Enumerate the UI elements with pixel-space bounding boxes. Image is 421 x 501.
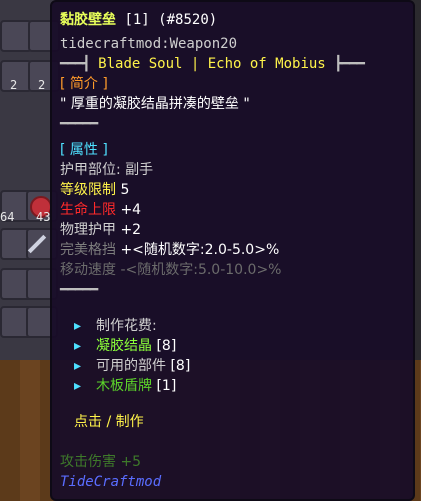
item-internal-name: tidecraftmod:Weapon20: [60, 36, 238, 52]
tooltip-title-row: 黏胶壁垒 [1] (#8520): [60, 10, 413, 30]
bullet-icon: ▸: [74, 318, 82, 334]
set-banner-text: Blade Soul | Echo of Mobius: [98, 56, 326, 72]
craft-item: ▸ 凝胶结晶 [8]: [74, 338, 177, 354]
craft-action[interactable]: 点击 / 制作: [60, 412, 413, 432]
craft-item: ▸ 可用的部件 [8]: [74, 358, 191, 374]
attack-damage-faded: 攻击伤害 +5: [60, 454, 142, 470]
item-stack: [1]: [124, 12, 150, 28]
bullet-icon: ▸: [74, 358, 82, 374]
item-tooltip: 黏胶壁垒 [1] (#8520) tidecraftmod:Weapon20 ━…: [50, 0, 415, 501]
craft-item: ▸ 木板盾牌 [1]: [74, 378, 177, 394]
item-name: 黏胶壁垒: [60, 12, 116, 28]
mod-name: TideCraftmod: [60, 474, 162, 490]
slot-count: 43: [36, 210, 51, 224]
max-life-line: 生命上限 +4: [60, 202, 142, 218]
defense-line: 物理护甲 +2: [60, 222, 142, 238]
separator: ━━━━━: [60, 116, 98, 132]
perfect-block-line: 完美格挡 +<随机数字:2.0-5.0>%: [60, 242, 280, 258]
intro-text: " 厚重的凝胶结晶拼凑的壁垒 ": [60, 96, 250, 112]
bullet-icon: ▸: [74, 378, 82, 394]
bullet-icon: ▸: [74, 338, 82, 354]
slot-count: 2: [10, 78, 18, 92]
craft-header: ▸ 制作花费:: [74, 318, 157, 334]
slot-count: 2: [38, 78, 46, 92]
armor-slot-line: 护甲部位: 副手: [60, 162, 154, 178]
slot-count: 64: [0, 210, 15, 224]
separator: ━━━━━: [60, 282, 98, 298]
attr-header: [ 属性 ]: [60, 142, 108, 158]
item-id: (#8520): [158, 12, 218, 28]
intro-header: [ 简介 ]: [60, 76, 108, 92]
move-speed-line: 移动速度 -<随机数字:5.0-10.0>%: [60, 262, 282, 278]
level-requirement-line: 等级限制 5: [60, 182, 130, 198]
set-banner: ━━━┫ Blade Soul | Echo of Mobius ┣━━━: [60, 56, 365, 72]
